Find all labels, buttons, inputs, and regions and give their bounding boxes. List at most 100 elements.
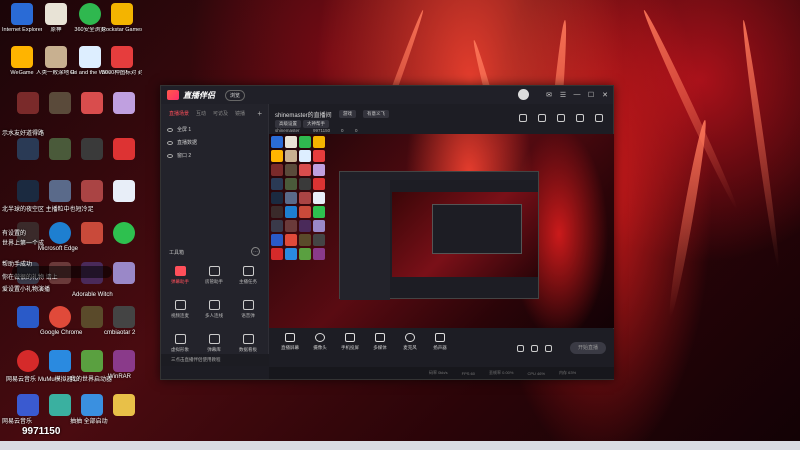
layer-label: 直播数据 — [177, 140, 198, 146]
helper-tag[interactable]: 大神帮手 — [303, 120, 329, 128]
desktop-icon-generic[interactable] — [104, 138, 144, 162]
dropped-frames-status: 丢帧率 0.00% — [489, 370, 514, 375]
eye-icon[interactable] — [167, 140, 173, 145]
share-screen-icon[interactable] — [519, 114, 527, 122]
message-icon[interactable]: ✉ — [545, 91, 553, 99]
tool-dashboard[interactable]: 数据看板 — [231, 334, 265, 353]
eye-icon[interactable] — [167, 127, 173, 132]
desktop-overlay-text: 有设置的 — [2, 231, 27, 237]
microphone-button[interactable]: 麦克风 — [395, 333, 425, 351]
app-icon — [49, 180, 71, 202]
app-icon — [49, 92, 71, 114]
tool-label: 多人连线 — [205, 313, 223, 318]
tool-multi-link[interactable]: 多人连线 — [197, 300, 231, 319]
speaker-button[interactable]: 扬声器 — [425, 333, 455, 351]
advanced-tag[interactable]: 高级设置 — [275, 120, 301, 128]
bell-icon[interactable] — [576, 114, 584, 122]
layer-label: 窗口 2 — [177, 153, 192, 159]
desktop-icon-generic[interactable] — [104, 306, 144, 330]
screen-capture-button[interactable]: 直播屏幕 — [275, 333, 305, 351]
minimize-icon[interactable]: — — [573, 91, 581, 98]
tag-chip[interactable]: 有意义飞 — [363, 110, 389, 118]
tool-task[interactable]: 主播任务 — [231, 266, 265, 285]
phone-cast-button[interactable]: 手机投屏 — [335, 333, 365, 351]
multi-link-icon — [208, 300, 220, 310]
tab-interact[interactable]: 互动 — [196, 110, 206, 117]
toolbox-title: 工具箱 — [169, 250, 185, 256]
ori-icon — [79, 46, 101, 68]
tool-danmaku-lib[interactable]: 弹幕库 — [197, 334, 231, 353]
desktop-icon-rockstar[interactable]: Rockstar Games... — [102, 3, 142, 34]
tool-voice[interactable]: 语音弹 — [231, 300, 265, 319]
desktop-icon-generic[interactable] — [104, 350, 144, 374]
wegame-icon — [11, 46, 33, 68]
tool-avatar[interactable]: 虚拟形象 — [163, 334, 197, 353]
netease-music-icon — [17, 350, 39, 372]
desktop-overlay-text: Adorable Witch — [72, 292, 113, 298]
avatar-icon — [174, 334, 186, 344]
tab-broadcast[interactable]: 镜播 — [235, 110, 245, 117]
tool-room-admin[interactable]: 房管助手 — [197, 266, 231, 285]
desktop-icon-icons-pack[interactable]: 5000种图标对 封1.76（推荐... — [102, 46, 142, 77]
tool-label: 主播任务 — [239, 279, 257, 284]
media-button[interactable]: 多媒体 — [365, 333, 395, 351]
tool-video-link[interactable]: 视频连麦 — [163, 300, 197, 319]
app-icon — [81, 394, 103, 416]
chrome-icon — [49, 306, 71, 328]
desktop-overlay-text: 我的世界启动器 — [70, 377, 113, 383]
icon-pack-icon — [111, 46, 133, 68]
settings-icon[interactable] — [545, 345, 552, 352]
lock-icon[interactable] — [538, 114, 546, 122]
tab-scene[interactable]: 直播场景 — [169, 110, 189, 117]
desktop-icon-generic[interactable] — [104, 222, 144, 246]
taskbar[interactable] — [0, 441, 800, 450]
layer-item[interactable]: 直播数据 — [161, 136, 268, 149]
scene-tabs: 直播场景 互动 可访及 镜播 — [161, 104, 268, 123]
app-name: 直播伴侣 — [183, 90, 215, 100]
app-icon — [81, 222, 103, 244]
layer-item[interactable]: 全屏 1 — [161, 123, 268, 136]
desktop-icon-label: 5000种图标对 封1.76（推荐... — [102, 70, 142, 76]
tutorial-notice[interactable]: 三点击直播伴侣使用教程 — [161, 354, 269, 366]
tab-visit[interactable]: 可访及 — [213, 110, 228, 117]
record-icon[interactable] — [517, 345, 524, 352]
desktop-icon-label: Rockstar Games... — [102, 27, 142, 33]
desktop-overlay-text: 网易云音乐 — [6, 377, 37, 383]
eye-icon[interactable] — [167, 153, 173, 158]
desktop-overlay-text: 示水友好道得路 — [2, 131, 45, 137]
timer-icon[interactable] — [531, 345, 538, 352]
video-link-icon — [174, 300, 186, 310]
toolbox-more-button[interactable]: … — [251, 247, 260, 256]
extra-controls — [517, 345, 552, 352]
desktop-icon-generic[interactable] — [104, 180, 144, 204]
tool-label: 弹幕库 — [207, 347, 221, 352]
camera-icon — [315, 333, 325, 342]
control-label: 直播屏幕 — [281, 345, 299, 350]
category-chip[interactable]: 游戏 — [339, 110, 356, 118]
header-actions — [519, 114, 603, 122]
desktop-icon-generic[interactable] — [104, 92, 144, 116]
status-bar: 码率 0kb/s FPS:60 丢帧率 0.00% CPU 46% 内存 63% — [269, 367, 614, 379]
window-icon[interactable] — [557, 114, 565, 122]
camera-button[interactable]: 摄像头 — [305, 333, 335, 351]
close-icon[interactable]: ✕ — [601, 91, 609, 99]
tool-danmaku[interactable]: 弹幕助手 — [163, 266, 197, 285]
danmaku-lib-icon — [208, 334, 220, 344]
share-icon[interactable] — [595, 114, 603, 122]
desktop-overlay-text: 爱设置小礼物演播 — [2, 287, 51, 293]
layer-item[interactable]: 窗口 2 — [161, 149, 268, 162]
desktop-icon-generic[interactable] — [104, 394, 144, 418]
live-companion-window: 直播伴侣 浏览 ✉ ☰ — ☐ ✕ 直播场景 互动 可访及 镜播 + 全屏 1 … — [160, 85, 614, 380]
start-live-button[interactable]: 开始直播 — [570, 342, 606, 354]
desktop-overlay-text: cmbiaotar 2 — [104, 330, 136, 336]
stream-preview[interactable] — [269, 134, 614, 328]
menu-icon[interactable]: ☰ — [559, 91, 567, 99]
app-icon — [49, 394, 71, 416]
avatar[interactable] — [518, 89, 529, 100]
winrar-icon — [113, 350, 135, 372]
app-icon — [81, 92, 103, 114]
maximize-icon[interactable]: ☐ — [587, 91, 595, 99]
add-scene-button[interactable]: + — [257, 109, 262, 118]
browse-button[interactable]: 浏览 — [225, 89, 246, 101]
stream-title[interactable]: shinemaster的直播间 — [275, 110, 332, 119]
